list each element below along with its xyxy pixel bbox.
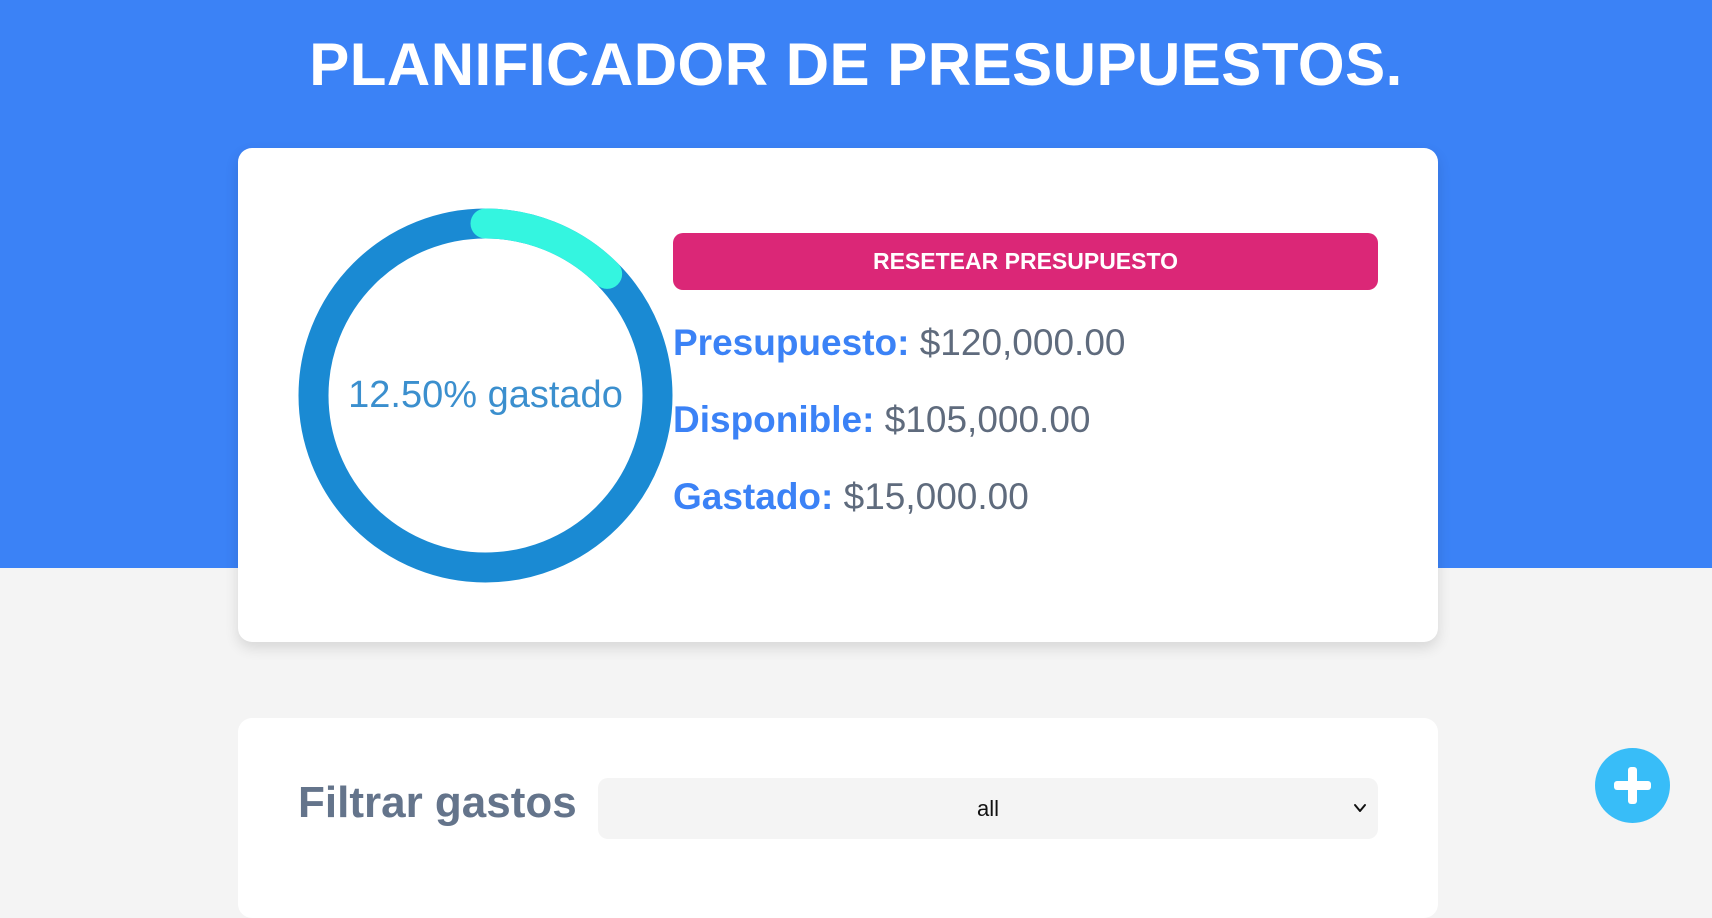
filter-card: Filtrar gastos all (238, 718, 1438, 918)
stat-available: Disponible: $105,000.00 (673, 399, 1091, 441)
filter-category-select[interactable]: all (598, 778, 1378, 839)
filter-selected-value: all (976, 796, 999, 821)
stat-available-label: Disponible: (673, 399, 875, 440)
add-expense-button[interactable] (1595, 748, 1670, 823)
stat-budget-value: $120,000.00 (919, 322, 1126, 363)
filter-label: Filtrar gastos (298, 778, 577, 827)
stat-budget: Presupuesto: $120,000.00 (673, 322, 1125, 364)
progress-percentage-label: 12.50% gastado (348, 374, 623, 416)
stat-budget-label: Presupuesto: (673, 322, 910, 363)
stat-available-value: $105,000.00 (884, 399, 1091, 440)
budget-progress-ring: 12.50% gastado (298, 208, 673, 583)
chevron-down-icon (1354, 804, 1366, 812)
page-title: PLANIFICADOR DE PRESUPUESTOS. (309, 31, 1403, 98)
budget-card: 12.50% gastado RESETEAR PRESUPUESTO Pres… (238, 148, 1438, 642)
stat-spent: Gastado: $15,000.00 (673, 476, 1029, 518)
plus-icon (1614, 767, 1651, 804)
reset-budget-button[interactable]: RESETEAR PRESUPUESTO (673, 233, 1378, 290)
stat-spent-value: $15,000.00 (843, 476, 1029, 517)
stat-spent-label: Gastado: (673, 476, 834, 517)
